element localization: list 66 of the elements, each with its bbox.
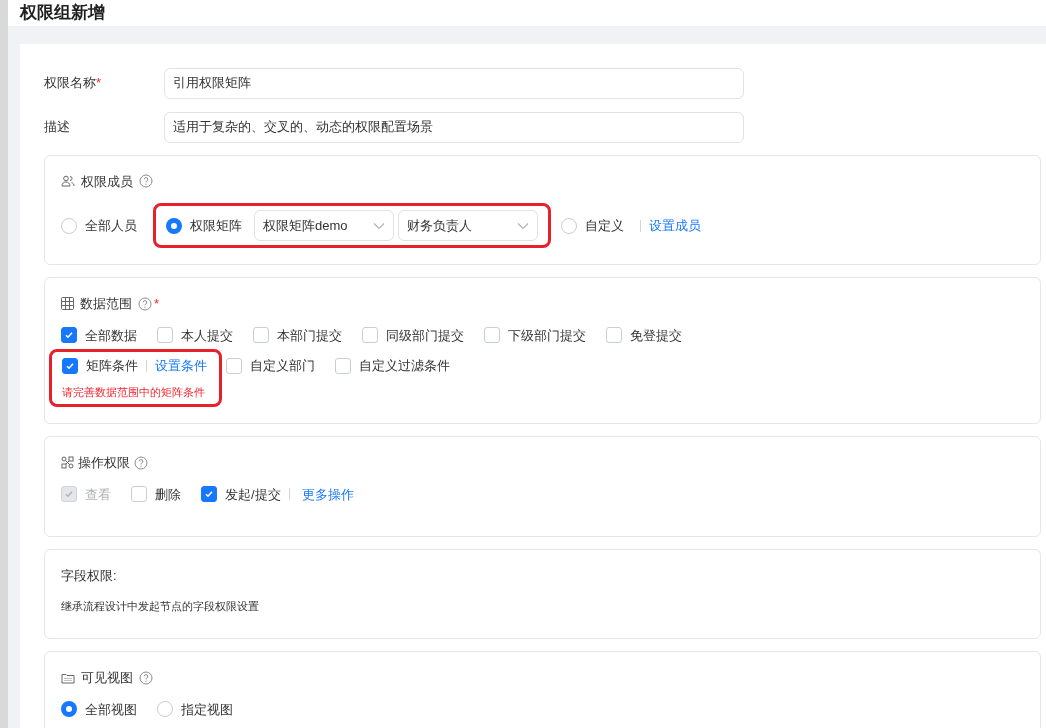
checkbox-label: 下级部门提交 [508, 326, 586, 345]
radio-label: 权限矩阵 [190, 216, 242, 235]
checkbox[interactable] [157, 327, 173, 344]
radio-label: 自定义 [585, 216, 624, 235]
radio-button[interactable] [61, 217, 77, 234]
checkbox-label: 本人提交 [181, 326, 233, 345]
checkbox-label: 全部数据 [85, 326, 137, 345]
checkbox[interactable] [61, 327, 77, 344]
checkbox-label: 同级部门提交 [386, 326, 464, 345]
checkbox-label: 自定义部门 [250, 357, 315, 375]
set-conditions-link[interactable]: 设置条件 [155, 356, 207, 376]
check-icon [64, 489, 74, 500]
checkbox[interactable] [606, 327, 622, 344]
help-icon [139, 174, 153, 189]
section-title: 操作权限 [78, 454, 130, 472]
text-field[interactable]: 适用于复杂的、交叉的、动态的权限配置场景 [164, 111, 744, 143]
section-title: 权限成员 [81, 172, 133, 191]
chevron-down-icon [517, 221, 529, 230]
help-icon [139, 670, 153, 685]
check-icon [65, 360, 75, 371]
chevron-down-icon [373, 221, 385, 230]
text-field[interactable]: 引用权限矩阵 [164, 67, 744, 99]
select-field[interactable]: 财务负责人 [398, 210, 538, 241]
checkbox-label: 查看 [85, 485, 111, 504]
checkbox[interactable] [335, 357, 351, 374]
required-mark: * [154, 295, 160, 313]
checkbox-label: 矩阵条件 [86, 357, 138, 375]
page-title: 权限组新增 [20, 2, 105, 24]
section-title: 数据范围 [80, 295, 132, 313]
checkbox[interactable] [484, 327, 500, 344]
radio-button[interactable] [561, 217, 577, 234]
error-message: 请完善数据范围中的矩阵条件 [62, 384, 206, 400]
checkbox-label: 自定义过滤条件 [359, 357, 450, 375]
help-icon [138, 296, 152, 311]
section-title: 可见视图 [81, 669, 133, 687]
folder-icon [61, 671, 75, 684]
description-text: 继承流程设计中发起节点的字段权限设置 [61, 598, 260, 614]
table-icon [61, 297, 74, 311]
radio-label: 指定视图 [181, 700, 233, 719]
set-members-link[interactable]: 设置成员 [649, 215, 701, 236]
shapes-icon [61, 456, 74, 470]
checkbox-label: 删除 [155, 485, 181, 504]
radio-button[interactable] [166, 217, 182, 234]
radio-label: 全部人员 [85, 216, 137, 235]
checkbox[interactable] [226, 357, 242, 374]
check-icon [204, 489, 214, 500]
checkbox-label: 免登提交 [630, 326, 682, 345]
checkbox[interactable] [62, 357, 78, 374]
help-icon [134, 455, 148, 470]
select-field[interactable]: 权限矩阵demo [254, 210, 394, 241]
checkbox[interactable] [362, 327, 378, 344]
check-icon [64, 330, 74, 341]
required-mark: * [96, 74, 102, 93]
checkbox-label: 本部门提交 [277, 326, 342, 345]
radio-button[interactable] [157, 701, 173, 718]
field-label: 描述 [44, 118, 71, 137]
field-label: 权限名称* [44, 73, 103, 93]
radio-button[interactable] [61, 701, 77, 718]
checkbox-label: 发起/提交 [225, 485, 281, 504]
users-icon [61, 175, 75, 188]
checkbox[interactable] [201, 486, 217, 503]
radio-label: 全部视图 [85, 700, 137, 719]
more-actions-link[interactable]: 更多操作 [301, 484, 354, 504]
checkbox[interactable] [253, 327, 269, 344]
section-title: 字段权限: [61, 567, 118, 585]
checkbox[interactable] [131, 486, 147, 503]
